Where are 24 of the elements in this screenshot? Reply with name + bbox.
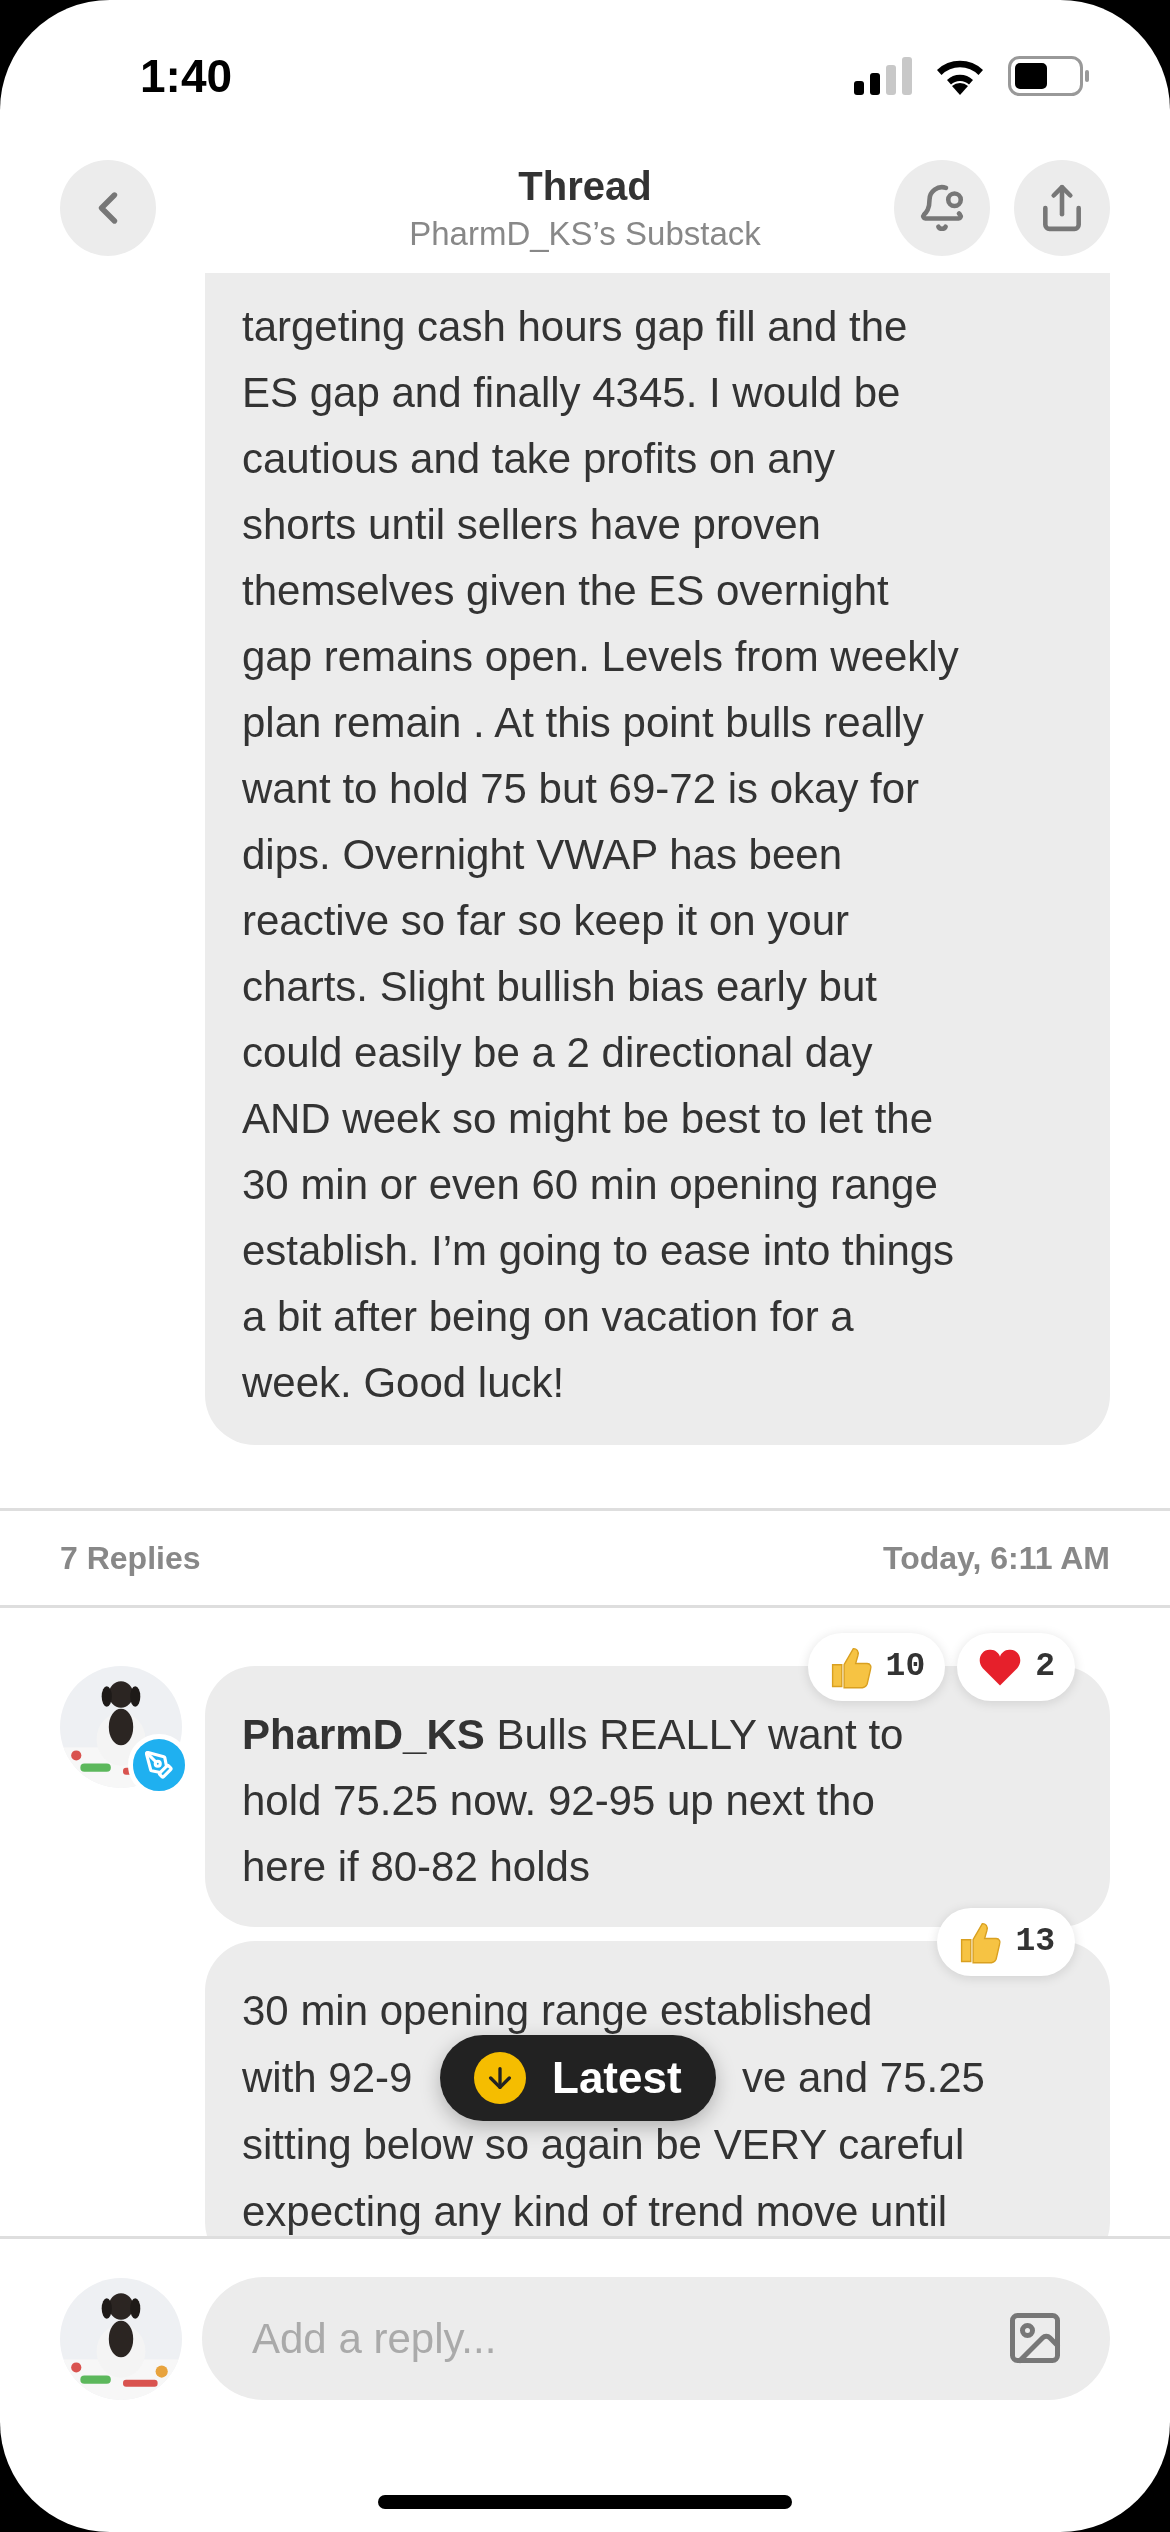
reply-input-field[interactable]: Add a reply...	[202, 2277, 1110, 2400]
pen-nib-icon	[144, 1750, 174, 1780]
reply-text-line: 30 min opening range established	[242, 1986, 873, 2036]
latest-button[interactable]: Latest	[440, 2035, 716, 2121]
status-time: 1:40	[140, 48, 233, 104]
thread-time: Today, 6:11 AM	[883, 1539, 1110, 1578]
reply-text-line: expecting any kind of trend move until	[242, 2187, 948, 2236]
reaction-count: 10	[885, 1647, 926, 1688]
reply-text-line: with 92-9	[242, 2053, 413, 2103]
reaction-count: 13	[1015, 1922, 1055, 1963]
header-title: Thread	[518, 163, 652, 210]
reply-text-line: ve and 75.25	[742, 2053, 985, 2103]
reaction-chip[interactable]: 2	[957, 1633, 1075, 1701]
arrow-down-icon	[474, 2052, 526, 2104]
reply-count: 7 Replies	[60, 1539, 201, 1578]
reply-text-line: sitting below so again be VERY careful	[242, 2120, 965, 2170]
signal-icon	[854, 57, 912, 95]
header-subtitle: PharmD_KS’s Substack	[409, 214, 761, 254]
reaction-chip[interactable]: 13	[937, 1908, 1075, 1976]
reaction-chip[interactable]: 10	[807, 1633, 946, 1701]
reply-text: PharmD_KS Bulls REALLY want to hold 75.25 now. 92-95 up next tho here if 80-82 holds	[242, 1710, 905, 1892]
reaction-count: 2	[1035, 1647, 1055, 1688]
post-text: targeting cash hours gap fill and the ES gap and finally 4345. I would be cautious and take profits on any shorts until sellers have proven themselves given the ES overnight gap remains open. Levels from weekly plan remain . At this point bulls really want to hold 75 but 69-72 is okay for dips. Overnight VWAP has been reactive so far so keep it on your charts. Slight bullish bias early but could easily be a 2 directional day AND week so might be best to let the 30 min or even 60 min opening range establish. I’m going to ease into things a bit after being on vacation for a week. Good luck!	[242, 302, 960, 1408]
battery-icon	[1008, 56, 1090, 96]
